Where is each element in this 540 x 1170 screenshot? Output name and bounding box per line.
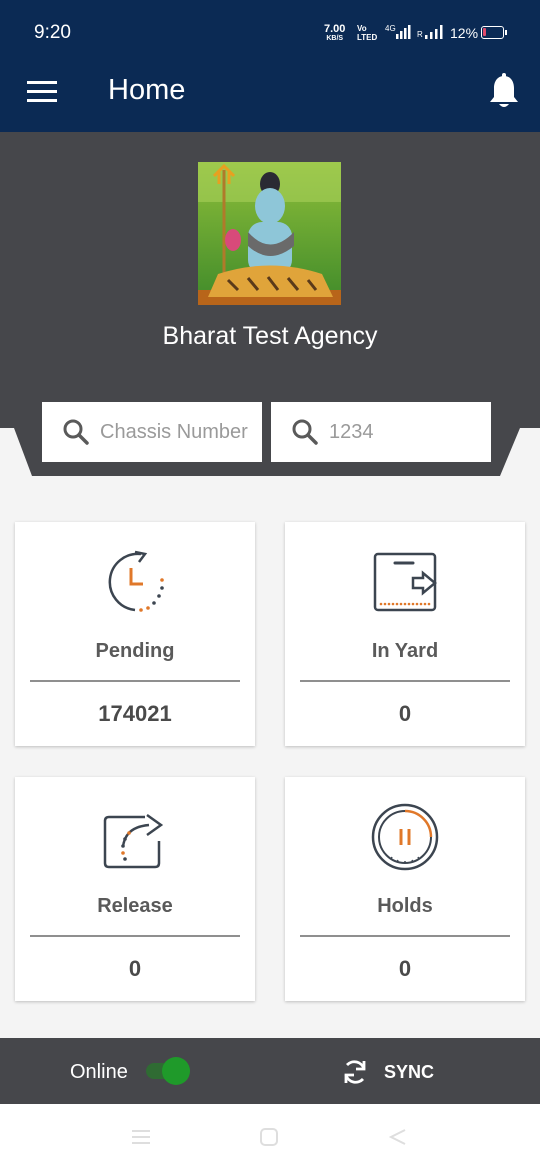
sync-icon: [344, 1060, 366, 1084]
app-bar: Home: [0, 64, 540, 132]
home-icon[interactable]: [259, 1128, 279, 1146]
divider: [300, 680, 510, 682]
online-label: Online: [70, 1061, 128, 1083]
signal-icon-2: [425, 25, 443, 39]
release-share-icon: [103, 813, 164, 869]
chassis-search-field[interactable]: [42, 402, 262, 462]
release-label: Release: [97, 895, 173, 917]
volte-top: Vo: [357, 24, 367, 33]
system-nav-bar: [0, 1104, 540, 1170]
status-bar: 9:20 7.00 KB/S Vo LTED 4G R 12%: [0, 0, 540, 64]
net-speed-unit: KB/S: [326, 35, 344, 42]
holds-pause-icon: [371, 803, 439, 871]
roaming-indicator: R: [417, 30, 423, 39]
pending-count: 174021: [98, 701, 172, 726]
number-search-field[interactable]: [271, 402, 491, 462]
divider: [300, 935, 510, 937]
in-yard-label: In Yard: [371, 640, 439, 662]
volte-indicator: Vo LTED: [357, 24, 377, 42]
pending-clock-icon: [108, 550, 164, 612]
bottom-bar: Online SYNC: [0, 1038, 540, 1104]
signal-icon: [396, 25, 411, 39]
status-time: 9:20: [34, 22, 71, 43]
in-yard-count: 0: [398, 701, 412, 726]
holds-count: 0: [398, 956, 412, 981]
search-icon: [63, 419, 89, 445]
back-icon[interactable]: [388, 1128, 408, 1146]
net-speed-value: 7.00: [324, 23, 346, 35]
net-speed: 7.00 KB/S: [324, 24, 345, 43]
search-icon: [292, 419, 318, 445]
chassis-search-input[interactable]: [100, 420, 260, 444]
sync-label: SYNC: [384, 1061, 435, 1082]
battery-icon: [481, 26, 507, 39]
divider: [30, 680, 240, 682]
release-card[interactable]: Release 0: [15, 777, 255, 1001]
hamburger-menu-icon[interactable]: [27, 81, 57, 103]
page-title: Home: [108, 74, 186, 106]
number-search-input[interactable]: [329, 420, 489, 444]
holds-label: Holds: [377, 895, 433, 917]
in-yard-icon: [373, 552, 437, 612]
volte-bottom: LTED: [357, 33, 378, 42]
pending-card[interactable]: Pending 174021: [15, 522, 255, 746]
agency-name: Bharat Test Agency: [162, 322, 378, 350]
avatar: [198, 162, 341, 305]
divider: [30, 935, 240, 937]
holds-card[interactable]: Holds 0: [285, 777, 525, 1001]
release-count: 0: [128, 956, 142, 981]
bell-icon[interactable]: [486, 72, 522, 112]
battery-percent: 12%: [450, 25, 479, 41]
in-yard-card[interactable]: In Yard 0: [285, 522, 525, 746]
recents-icon[interactable]: [130, 1128, 152, 1146]
pending-label: Pending: [95, 640, 175, 662]
sync-button[interactable]: SYNC: [340, 1055, 434, 1089]
online-toggle[interactable]: [144, 1057, 194, 1085]
